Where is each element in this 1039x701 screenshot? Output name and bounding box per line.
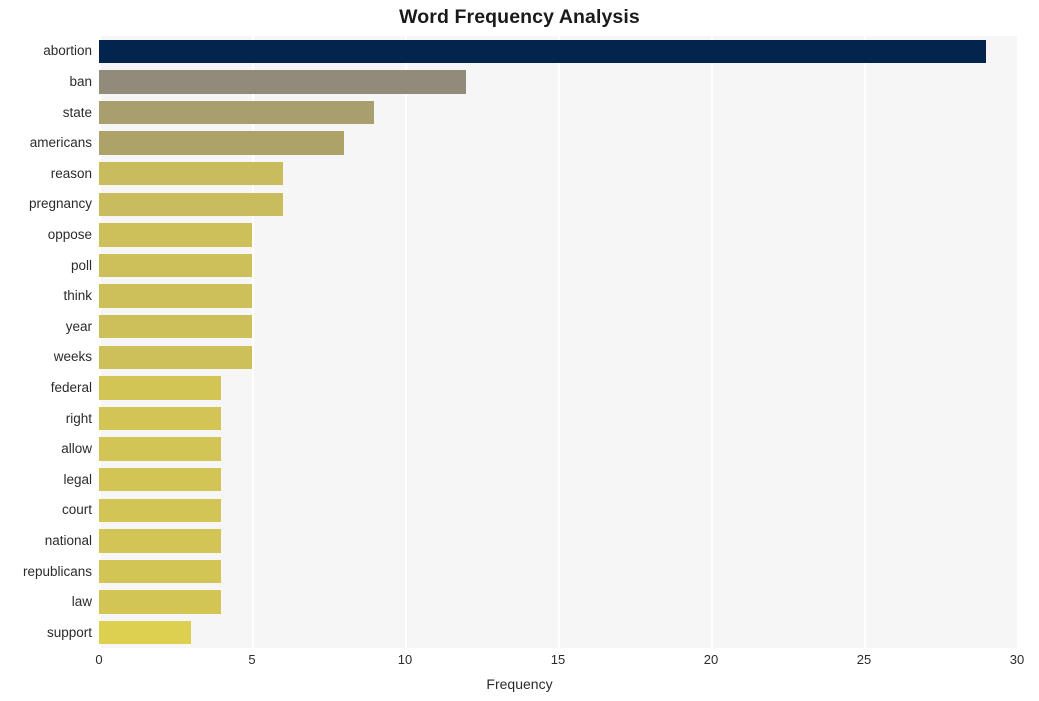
bar-row[interactable] bbox=[99, 253, 1017, 278]
x-axis-title: Frequency bbox=[486, 676, 553, 692]
bar-row[interactable] bbox=[99, 192, 1017, 216]
y-tick-label-year: year bbox=[65, 318, 92, 334]
y-tick-label-republicans: republicans bbox=[22, 563, 92, 579]
y-tick-label-think: think bbox=[63, 288, 92, 304]
bar[interactable] bbox=[99, 70, 467, 94]
bar[interactable] bbox=[99, 621, 191, 645]
bar-row[interactable] bbox=[99, 498, 1017, 522]
bar-row[interactable] bbox=[99, 284, 1017, 308]
bar[interactable] bbox=[99, 223, 252, 247]
bar[interactable] bbox=[99, 100, 375, 125]
bar[interactable] bbox=[99, 498, 222, 522]
x-tick-label-5: 5 bbox=[248, 652, 256, 667]
bar-row[interactable] bbox=[99, 529, 1017, 553]
bar-row[interactable] bbox=[99, 345, 1017, 369]
y-tick-label-support: support bbox=[46, 624, 92, 640]
x-tick-label-15: 15 bbox=[550, 652, 566, 667]
bar-row[interactable] bbox=[99, 315, 1017, 339]
bar[interactable] bbox=[99, 39, 987, 63]
x-tick-label-25: 25 bbox=[856, 652, 872, 667]
y-tick-label-allow: allow bbox=[61, 441, 92, 457]
bar[interactable] bbox=[99, 131, 344, 155]
y-tick-label-weeks: weeks bbox=[53, 349, 92, 365]
bar[interactable] bbox=[99, 437, 222, 461]
bar-row[interactable] bbox=[99, 162, 1017, 186]
x-tick-label-10: 10 bbox=[397, 652, 413, 667]
bar-row[interactable] bbox=[99, 559, 1017, 584]
bar[interactable] bbox=[99, 192, 283, 216]
y-tick-label-poll: poll bbox=[70, 257, 92, 273]
x-tick-label-20: 20 bbox=[703, 652, 719, 667]
y-tick-label-ban: ban bbox=[69, 73, 92, 89]
bar[interactable] bbox=[99, 315, 252, 339]
x-tick-label-30: 30 bbox=[1009, 652, 1025, 667]
bar[interactable] bbox=[99, 162, 283, 186]
bar-row[interactable] bbox=[99, 468, 1017, 492]
bar-row[interactable] bbox=[99, 70, 1017, 94]
bar[interactable] bbox=[99, 406, 222, 431]
bar-row[interactable] bbox=[99, 621, 1017, 645]
bar[interactable] bbox=[99, 529, 222, 553]
bar[interactable] bbox=[99, 468, 222, 492]
y-tick-label-law: law bbox=[71, 594, 92, 610]
bar[interactable] bbox=[99, 345, 252, 369]
y-tick-label-federal: federal bbox=[50, 379, 92, 395]
bar-row[interactable] bbox=[99, 376, 1017, 400]
bar[interactable] bbox=[99, 590, 222, 614]
y-tick-label-reason: reason bbox=[50, 165, 92, 181]
bars-container bbox=[99, 36, 1017, 648]
x-tick-label-0: 0 bbox=[95, 652, 103, 667]
bar-row[interactable] bbox=[99, 437, 1017, 461]
plot-area bbox=[99, 36, 1017, 648]
y-axis: abortion ban state americans reason pregnancy… bbox=[0, 36, 92, 648]
bar[interactable] bbox=[99, 284, 252, 308]
bar[interactable] bbox=[99, 253, 252, 278]
y-tick-label-pregnancy: pregnancy bbox=[28, 196, 92, 212]
bar[interactable] bbox=[99, 559, 222, 584]
y-tick-label-oppose: oppose bbox=[47, 226, 92, 242]
y-tick-label-americans: americans bbox=[29, 135, 92, 151]
bar-row[interactable] bbox=[99, 131, 1017, 155]
y-tick-label-legal: legal bbox=[63, 471, 92, 487]
bar-row[interactable] bbox=[99, 590, 1017, 614]
chart-figure: Word Frequency Analysis abortion ban state… bbox=[0, 0, 1039, 701]
bar-row[interactable] bbox=[99, 223, 1017, 247]
y-tick-label-state: state bbox=[62, 104, 92, 120]
x-axis: 0 5 10 15 20 25 30 Frequency bbox=[0, 648, 1039, 701]
chart-title: Word Frequency Analysis bbox=[399, 6, 640, 28]
y-tick-label-court: court bbox=[61, 502, 92, 518]
y-tick-label-right: right bbox=[65, 410, 92, 426]
bar-row[interactable] bbox=[99, 406, 1017, 431]
bar-row[interactable] bbox=[99, 39, 1017, 63]
y-tick-label-abortion: abortion bbox=[43, 43, 92, 59]
bar[interactable] bbox=[99, 376, 222, 400]
bar-row[interactable] bbox=[99, 100, 1017, 125]
y-tick-label-national: national bbox=[44, 532, 92, 548]
